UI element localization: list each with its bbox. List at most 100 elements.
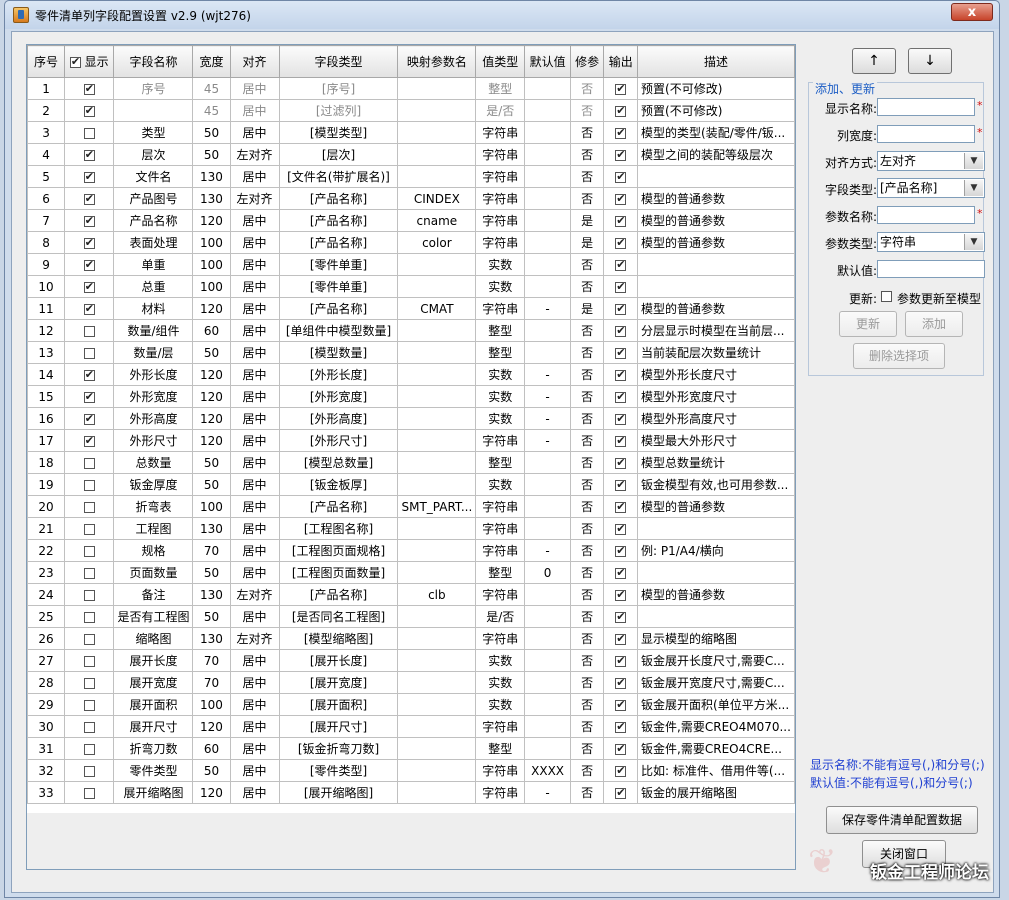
- cell-field-name[interactable]: 外形高度: [113, 407, 194, 430]
- cell-description[interactable]: 模型的普通参数: [637, 297, 795, 320]
- cell-description[interactable]: 模型外形高度尺寸: [637, 407, 795, 430]
- cell-width[interactable]: 120: [192, 363, 231, 386]
- cell-show[interactable]: [64, 429, 115, 452]
- output-checkbox[interactable]: [615, 742, 627, 755]
- output-checkbox[interactable]: [615, 764, 627, 777]
- cell-output[interactable]: [603, 187, 639, 210]
- cell-field-name[interactable]: 层次: [113, 143, 194, 166]
- cell-description[interactable]: 模型的类型(装配/零件/钣...: [637, 121, 795, 144]
- cell-field-name[interactable]: 展开面积: [113, 693, 194, 716]
- cell-param-name[interactable]: [397, 275, 477, 298]
- cell-field-name[interactable]: 外形长度: [113, 363, 194, 386]
- show-checkbox[interactable]: [83, 787, 95, 799]
- cell-description[interactable]: [637, 275, 795, 298]
- output-checkbox[interactable]: [615, 500, 627, 513]
- cell-modify[interactable]: 否: [569, 451, 605, 474]
- cell-align[interactable]: 居中: [229, 165, 280, 188]
- show-checkbox[interactable]: [83, 347, 95, 359]
- cell-description[interactable]: 模型的普通参数: [637, 495, 795, 518]
- cell-output[interactable]: [603, 253, 639, 276]
- display-name-input[interactable]: [877, 98, 975, 116]
- cell-param-name[interactable]: [397, 407, 477, 430]
- cell-param-name[interactable]: [397, 77, 477, 100]
- table-row[interactable]: 28 展开宽度70居中[展开宽度] 实数 否 钣金展开宽度尺寸,需要C...: [27, 671, 795, 694]
- cell-value-type[interactable]: 字符串: [475, 209, 526, 232]
- table-row[interactable]: 26 缩略图130左对齐[模型缩略图] 字符串 否 显示模型的缩略图: [27, 627, 795, 650]
- cell-no[interactable]: 31: [27, 737, 66, 760]
- cell-field-type[interactable]: [外形长度]: [278, 363, 399, 386]
- cell-default[interactable]: [524, 341, 571, 364]
- output-checkbox[interactable]: [615, 412, 627, 425]
- cell-field-name[interactable]: 工程图: [113, 517, 194, 540]
- cell-field-type[interactable]: [模型缩略图]: [278, 627, 399, 650]
- cell-description[interactable]: [637, 561, 795, 584]
- cell-output[interactable]: [603, 143, 639, 166]
- cell-show[interactable]: [64, 671, 115, 694]
- cell-no[interactable]: 32: [27, 759, 66, 782]
- cell-no[interactable]: 28: [27, 671, 66, 694]
- cell-param-name[interactable]: [397, 649, 477, 672]
- col-header-align[interactable]: 对齐: [229, 45, 280, 78]
- cell-width[interactable]: 45: [192, 99, 231, 122]
- output-checkbox[interactable]: [615, 368, 627, 381]
- show-checkbox[interactable]: [83, 302, 95, 315]
- cell-field-name[interactable]: 产品图号: [113, 187, 194, 210]
- cell-width[interactable]: 120: [192, 297, 231, 320]
- cell-show[interactable]: [64, 759, 115, 782]
- cell-description[interactable]: [637, 253, 795, 276]
- cell-field-type[interactable]: [展开宽度]: [278, 671, 399, 694]
- cell-show[interactable]: [64, 297, 115, 320]
- cell-width[interactable]: 70: [192, 649, 231, 672]
- cell-field-type[interactable]: [序号]: [278, 77, 399, 100]
- cell-param-name[interactable]: [397, 385, 477, 408]
- cell-field-type[interactable]: [模型数量]: [278, 341, 399, 364]
- show-checkbox[interactable]: [83, 699, 95, 711]
- cell-modify[interactable]: 否: [569, 693, 605, 716]
- col-header-no[interactable]: 序号: [27, 45, 66, 78]
- cell-value-type[interactable]: 实数: [475, 473, 526, 496]
- cell-field-name[interactable]: 数量/层: [113, 341, 194, 364]
- cell-no[interactable]: 21: [27, 517, 66, 540]
- cell-modify[interactable]: 否: [569, 341, 605, 364]
- cell-show[interactable]: [64, 605, 115, 628]
- cell-output[interactable]: [603, 473, 639, 496]
- col-header-field-name[interactable]: 字段名称: [113, 45, 194, 78]
- cell-field-type[interactable]: [产品名称]: [278, 209, 399, 232]
- cell-align[interactable]: 居中: [229, 429, 280, 452]
- cell-value-type[interactable]: 整型: [475, 561, 526, 584]
- cell-default[interactable]: XXXX: [524, 759, 571, 782]
- cell-field-type[interactable]: [产品名称]: [278, 187, 399, 210]
- cell-description[interactable]: 当前装配层次数量统计: [637, 341, 795, 364]
- output-checkbox[interactable]: [615, 434, 627, 447]
- cell-align[interactable]: 居中: [229, 121, 280, 144]
- cell-modify[interactable]: 否: [569, 473, 605, 496]
- cell-param-name[interactable]: CMAT: [397, 297, 477, 320]
- cell-param-name[interactable]: SMT_PART...: [397, 495, 477, 518]
- cell-default[interactable]: [524, 165, 571, 188]
- output-checkbox[interactable]: [615, 324, 627, 337]
- cell-field-type[interactable]: [产品名称]: [278, 495, 399, 518]
- cell-modify[interactable]: 否: [569, 517, 605, 540]
- cell-width[interactable]: 100: [192, 253, 231, 276]
- cell-field-type[interactable]: [工程图名称]: [278, 517, 399, 540]
- cell-description[interactable]: 钣金的展开缩略图: [637, 781, 795, 804]
- cell-default[interactable]: [524, 473, 571, 496]
- table-row[interactable]: 7 产品名称120居中[产品名称]cname字符串 是 模型的普通参数: [27, 209, 795, 232]
- table-row[interactable]: 21 工程图 130 居中 [工程图名称] 字符串 否: [27, 517, 795, 540]
- cell-output[interactable]: [603, 561, 639, 584]
- cell-width[interactable]: 100: [192, 275, 231, 298]
- cell-field-type[interactable]: [产品名称]: [278, 297, 399, 320]
- cell-field-name[interactable]: 材料: [113, 297, 194, 320]
- cell-no[interactable]: 26: [27, 627, 66, 650]
- cell-param-name[interactable]: [397, 165, 477, 188]
- cell-value-type[interactable]: 字符串: [475, 495, 526, 518]
- table-row[interactable]: 22 规格70居中[工程图页面规格] 字符串-否 例: P1/A4/横向: [27, 539, 795, 562]
- cell-param-name[interactable]: [397, 473, 477, 496]
- cell-no[interactable]: 3: [27, 121, 66, 144]
- cell-no[interactable]: 9: [27, 253, 66, 276]
- table-row[interactable]: 33 展开缩略图120居中[展开缩略图] 字符串-否 钣金的展开缩略图: [27, 781, 795, 804]
- show-checkbox[interactable]: [83, 677, 95, 689]
- cell-value-type[interactable]: 字符串: [475, 143, 526, 166]
- show-checkbox[interactable]: [83, 633, 95, 645]
- cell-show[interactable]: [64, 495, 115, 518]
